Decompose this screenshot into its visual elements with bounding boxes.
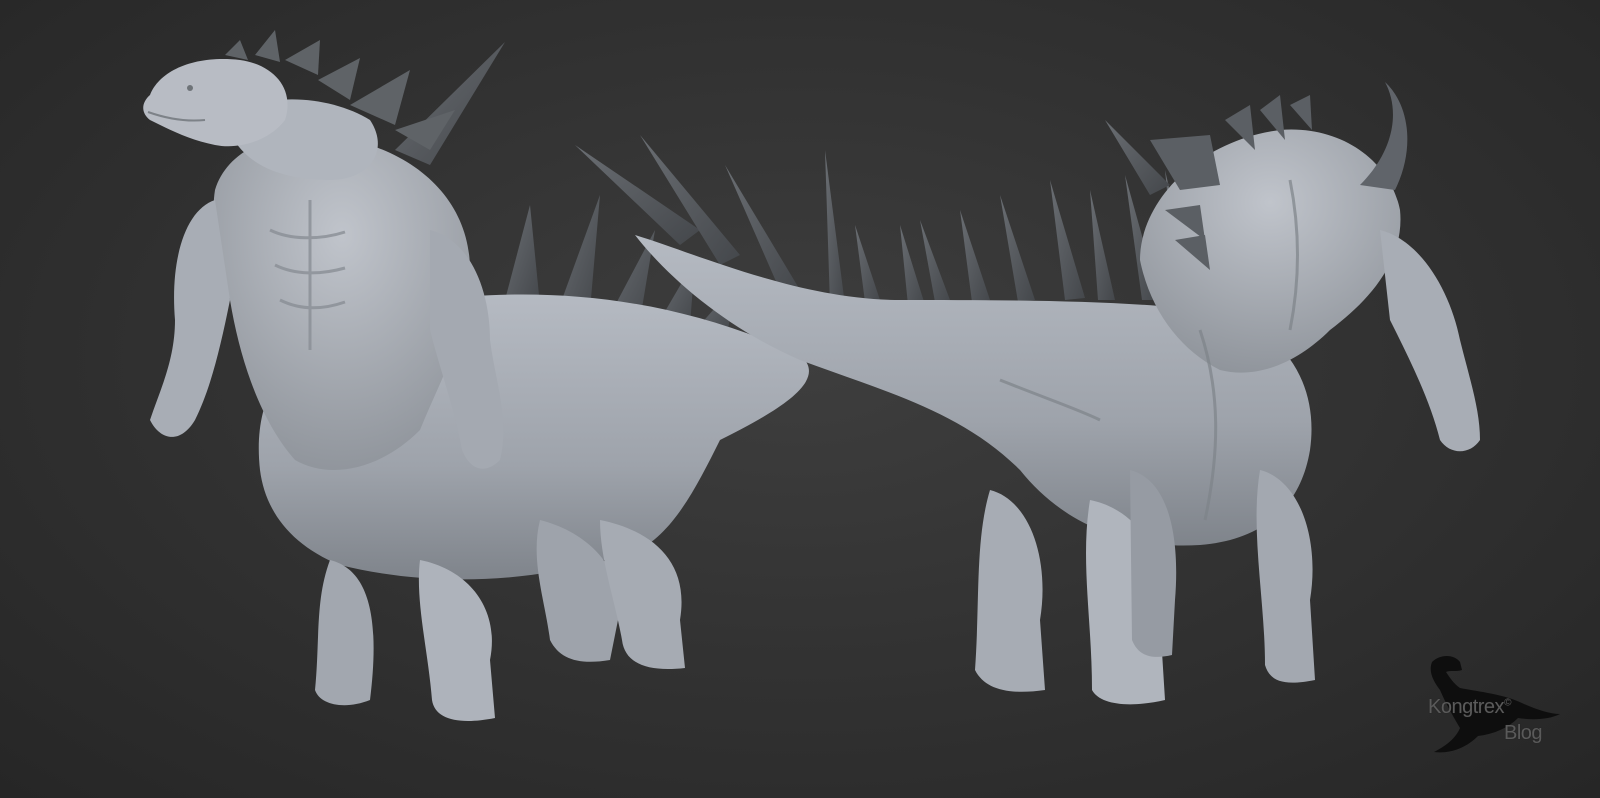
left-creature: [143, 30, 809, 721]
copyright-mark: ©: [1504, 697, 1511, 709]
watermark-line2: Blog: [1504, 722, 1543, 744]
watermark: Kongtrex© Blog: [1420, 648, 1570, 758]
watermark-line1: Kongtrex©: [1428, 696, 1511, 718]
sculpture-render: [143, 30, 1480, 721]
